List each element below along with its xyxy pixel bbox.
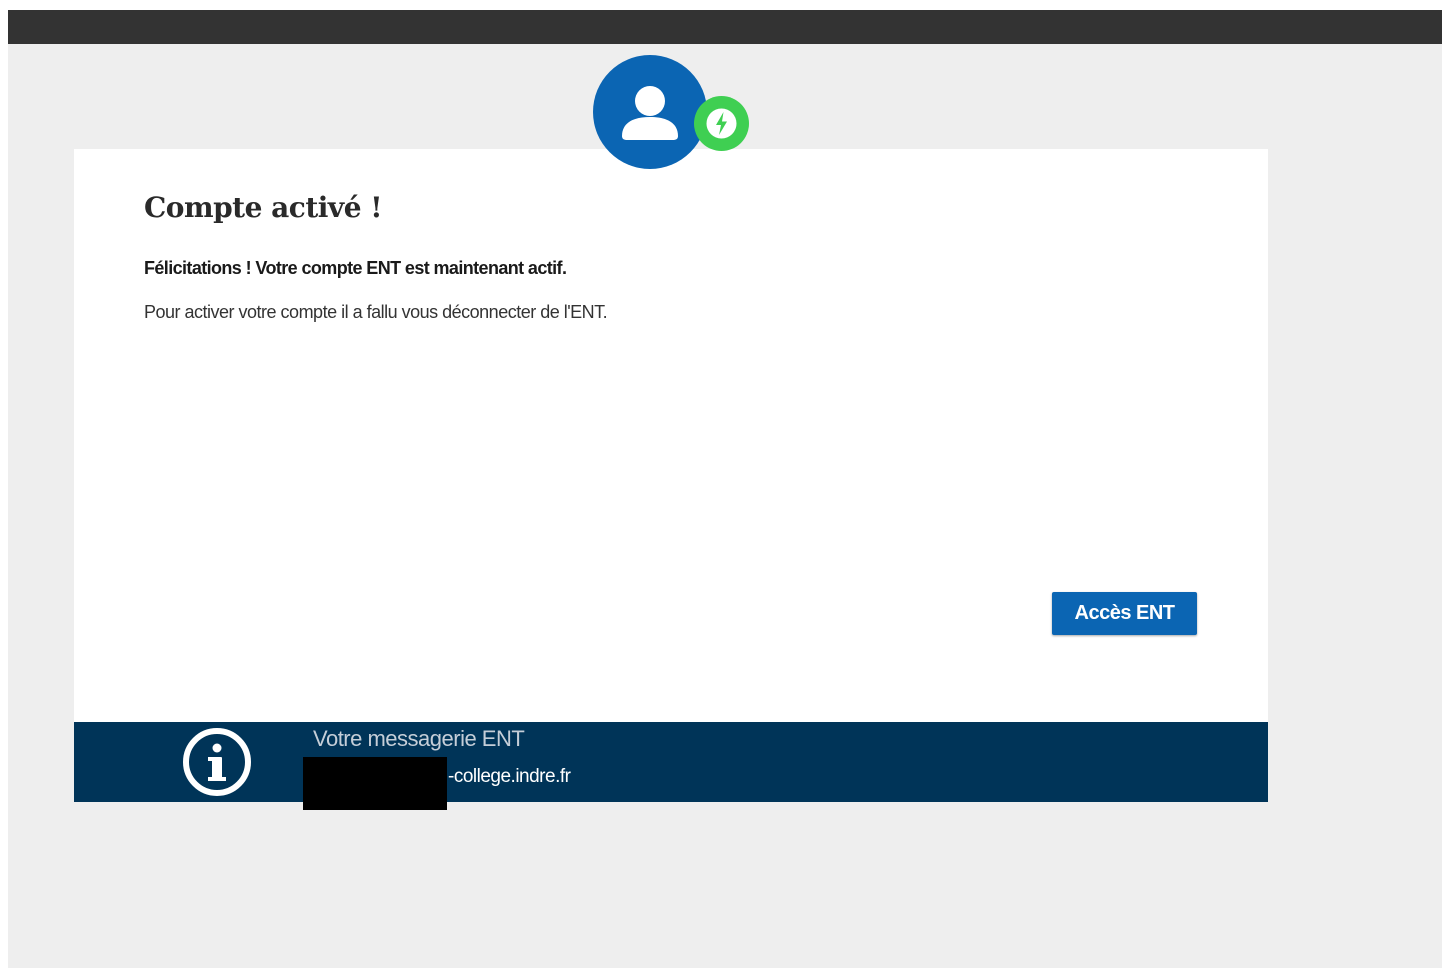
mail-info-footer: Votre messagerie ENT -college.indre.fr	[74, 722, 1268, 810]
congrats-message: Félicitations ! Votre compte ENT est mai…	[144, 258, 567, 278]
redacted-block	[303, 757, 447, 810]
user-avatar	[593, 55, 707, 169]
activation-badge	[694, 96, 749, 151]
activation-card: Compte activé ! Félicitations ! Votre co…	[74, 149, 1268, 722]
access-ent-button[interactable]: Accès ENT	[1052, 592, 1197, 635]
browser-viewport: Compte activé ! Félicitations ! Votre co…	[8, 10, 1442, 968]
page-title: Compte activé !	[144, 191, 383, 224]
mail-address: -college.indre.fr	[448, 766, 571, 787]
lightning-bolt-icon	[706, 108, 737, 139]
logout-notice: Pour activer votre compte il a fallu vou…	[144, 302, 608, 322]
user-icon	[622, 86, 678, 140]
top-bar	[8, 10, 1442, 44]
info-circle-icon	[183, 728, 251, 796]
mail-label: Votre messagerie ENT	[313, 726, 525, 751]
